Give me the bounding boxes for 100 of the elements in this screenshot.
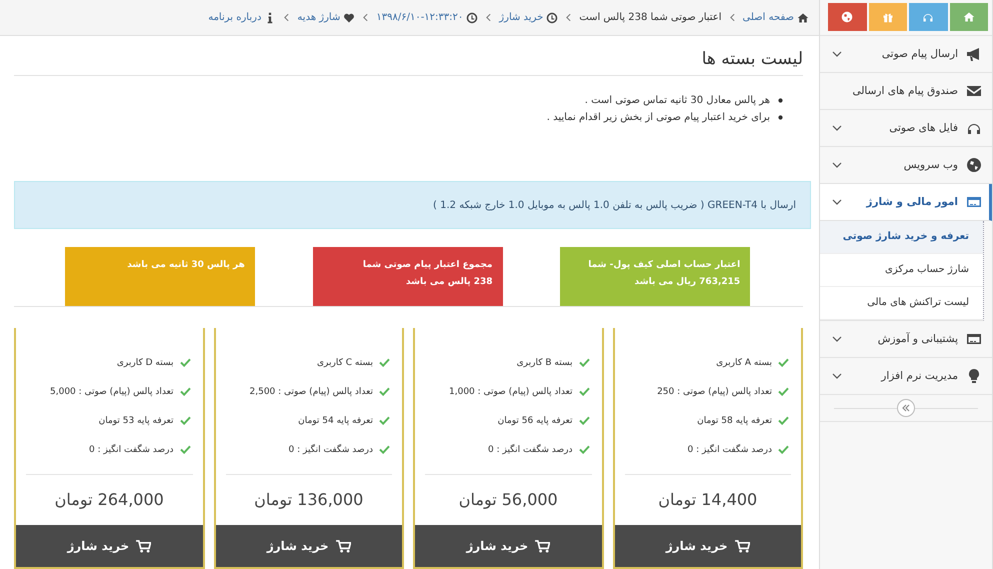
submenu-item[interactable]: شارژ حساب مرکزی (820, 254, 983, 287)
breadcrumb-link[interactable]: درباره برنامه (208, 12, 262, 23)
check-icon (180, 358, 190, 367)
cart-icon (136, 540, 152, 552)
price-text: 14,400 تومان (657, 489, 758, 511)
submenu-item[interactable]: لیست تراکنش های مالی (820, 287, 983, 320)
check-icon (180, 416, 190, 425)
feature-text: درصد شگفت انگیز : 0 (688, 444, 772, 454)
breadcrumb-link[interactable]: ۱۳۹۸/۶/۱۰-۱۲:۳۳:۲۰ (376, 12, 464, 23)
check-icon (778, 358, 789, 367)
headphones-icon (922, 11, 934, 23)
breadcrumb-link[interactable]: خرید شارژ (499, 12, 544, 23)
stat-text: مجموع اعتبار پیام صوتی شما (362, 259, 493, 272)
stat-text: اعتبار حساب اصلی کیف پول- شما (587, 259, 740, 272)
bullet-icon (778, 115, 783, 120)
cart-icon (336, 540, 351, 552)
feature-text: بسته C کاربری (317, 358, 373, 368)
clock-icon (546, 12, 558, 24)
heart-icon (343, 12, 356, 24)
chevron-down-icon (832, 373, 842, 379)
breadcrumb-link[interactable]: صفحه اصلی (742, 12, 794, 23)
price-text: 264,000 تومان (54, 489, 165, 511)
submenu-item[interactable]: تعرفه و خرید شارژ صوتی (820, 221, 983, 254)
gift-icon (882, 11, 894, 23)
chevron-icon (730, 13, 735, 22)
menu-label: صندوق پیام های ارسالی (851, 85, 958, 97)
menu-label: مدیریت نرم افزار (880, 370, 958, 382)
feature-text: بسته A کاربری (716, 358, 772, 368)
chevron-down-icon (832, 162, 842, 168)
chevron-down-icon (832, 125, 842, 131)
feature-text: درصد شگفت انگیز : 0 (488, 444, 572, 454)
menu-label: امور مالی و شارژ (865, 196, 958, 208)
feature-text: تعداد پالس (پیام) صوتی : 2,500 (250, 386, 373, 396)
buy-button[interactable]: خرید شارژ (614, 525, 801, 567)
collapse-button[interactable] (897, 399, 915, 417)
menu-label: ارسال پیام صوتی (880, 48, 958, 60)
chevron-down-icon (832, 199, 842, 205)
card-icon (966, 194, 982, 210)
feature-text: تعرفه پایه 56 تومان (498, 416, 572, 426)
menu-label: فایل های صوتی (888, 122, 958, 134)
menu-item[interactable]: پشتیبانی و آموزش (820, 321, 992, 358)
feature-text: تعداد پالس (پیام) صوتی : 1,000 (449, 386, 572, 396)
chevron-down-icon (832, 51, 842, 57)
price-text: 136,000 تومان (253, 489, 364, 511)
note-text: هر پالس معادل 30 ثانیه تماس صوتی است . (584, 94, 770, 108)
info-alert: ارسال با GREEN-T4 ( ضریب پالس به تلفن 1.0 پالس به موبایل 1.0 خارج شبکه 1.2 ) (14, 181, 811, 229)
globe-icon (966, 157, 982, 173)
menu-item[interactable]: امور مالی و شارژ (820, 184, 992, 221)
feature-text: بسته B کاربری (516, 358, 572, 368)
check-icon (578, 416, 590, 425)
feature-text: تعرفه پایه 53 تومان (98, 416, 174, 426)
menu-item[interactable]: ارسال پیام صوتی (820, 36, 992, 73)
check-icon (180, 387, 190, 396)
feature-text: بسته D کاربری (116, 358, 174, 368)
feature-text: تعرفه پایه 54 تومان (298, 416, 373, 426)
feature-text: تعداد پالس (پیام) صوتی : 250 (657, 386, 772, 396)
stat-text: هر پالس 30 ثانیه می باشد (126, 259, 245, 272)
feature-text: درصد شگفت انگیز : 0 (288, 444, 373, 454)
check-icon (379, 387, 390, 396)
check-icon (180, 445, 190, 454)
check-icon (578, 387, 590, 396)
chevron-icon (363, 13, 368, 22)
menu-item[interactable]: فایل های صوتی (820, 110, 992, 147)
cart-icon (535, 540, 550, 552)
check-icon (578, 358, 590, 367)
chevron-icon (284, 13, 290, 22)
check-icon (379, 445, 390, 454)
shortcut-button[interactable] (950, 3, 988, 31)
megaphone-icon (966, 46, 982, 62)
menu-label: وب سرویس (902, 159, 958, 171)
check-icon (778, 445, 789, 454)
chevron-icon (486, 13, 492, 22)
bullet-icon (778, 98, 783, 103)
buy-button[interactable]: خرید شارژ (16, 525, 202, 567)
check-icon (379, 358, 390, 367)
shortcut-button[interactable] (868, 3, 907, 31)
feature-text: تعداد پالس (پیام) صوتی : 5,000 (50, 386, 174, 396)
lightbulb-icon (966, 368, 982, 384)
buy-button[interactable]: خرید شارژ (415, 525, 602, 567)
stat-text: 763,215 ریال می باشد (634, 276, 740, 289)
menu-item[interactable]: صندوق پیام های ارسالی (820, 73, 992, 110)
breadcrumb-text: اعتبار صوتی شما 238 پالس است (579, 12, 722, 23)
menu-item[interactable]: مدیریت نرم افزار (820, 358, 992, 395)
cart-icon (734, 540, 750, 552)
check-icon (778, 387, 789, 396)
note-text: برای خرید اعتبار پیام صوتی از بخش زیر اقدام نمایید . (546, 111, 770, 125)
shortcut-button[interactable] (828, 3, 866, 31)
buy-button[interactable]: خرید شارژ (216, 525, 402, 567)
clock-icon (466, 12, 478, 24)
price-text: 56,000 تومان (458, 489, 559, 511)
breadcrumb-link[interactable]: شارژ هدیه (297, 12, 340, 23)
envelope-icon (966, 83, 982, 99)
check-icon (778, 416, 789, 425)
home-icon (962, 11, 975, 23)
globe-icon (841, 11, 854, 23)
double-chevron-icon (901, 403, 911, 413)
feature-text: تعرفه پایه 58 تومان (697, 416, 772, 426)
card-icon (966, 331, 982, 347)
chevron-icon (566, 13, 572, 22)
page-title: لیست بسته ها (14, 36, 803, 76)
